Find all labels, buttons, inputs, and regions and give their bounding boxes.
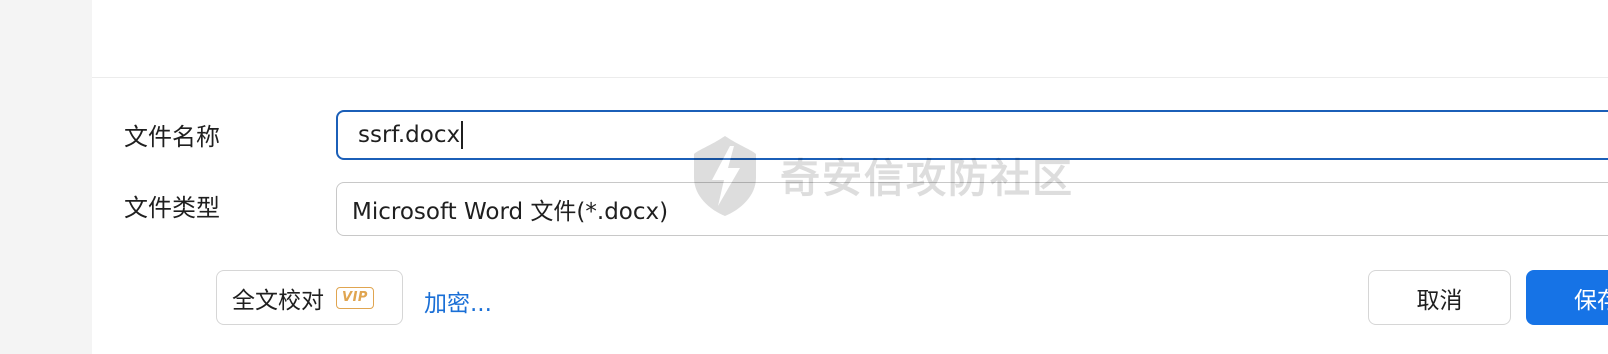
save-dialog: 文件名称 ssrf.docx 文件类型 Microsoft Word 文件(*.… <box>92 0 1608 354</box>
save-button[interactable]: 保存 <box>1526 270 1608 325</box>
filename-input[interactable]: ssrf.docx <box>336 110 1608 160</box>
filename-value: ssrf.docx <box>358 122 461 148</box>
filetype-select[interactable]: Microsoft Word 文件(*.docx) <box>336 182 1608 236</box>
filetype-label: 文件类型 <box>124 194 220 222</box>
encrypt-link[interactable]: 加密... <box>424 284 492 318</box>
dialog-top-area <box>92 0 1608 78</box>
proofread-label: 全文校对 <box>232 287 324 314</box>
cancel-button[interactable]: 取消 <box>1368 270 1511 325</box>
filetype-value: Microsoft Word 文件(*.docx) <box>352 199 669 225</box>
vip-badge: VIP <box>336 286 374 309</box>
text-caret <box>461 121 464 149</box>
filename-label: 文件名称 <box>124 123 220 151</box>
proofread-button[interactable]: 全文校对 VIP <box>216 270 403 325</box>
